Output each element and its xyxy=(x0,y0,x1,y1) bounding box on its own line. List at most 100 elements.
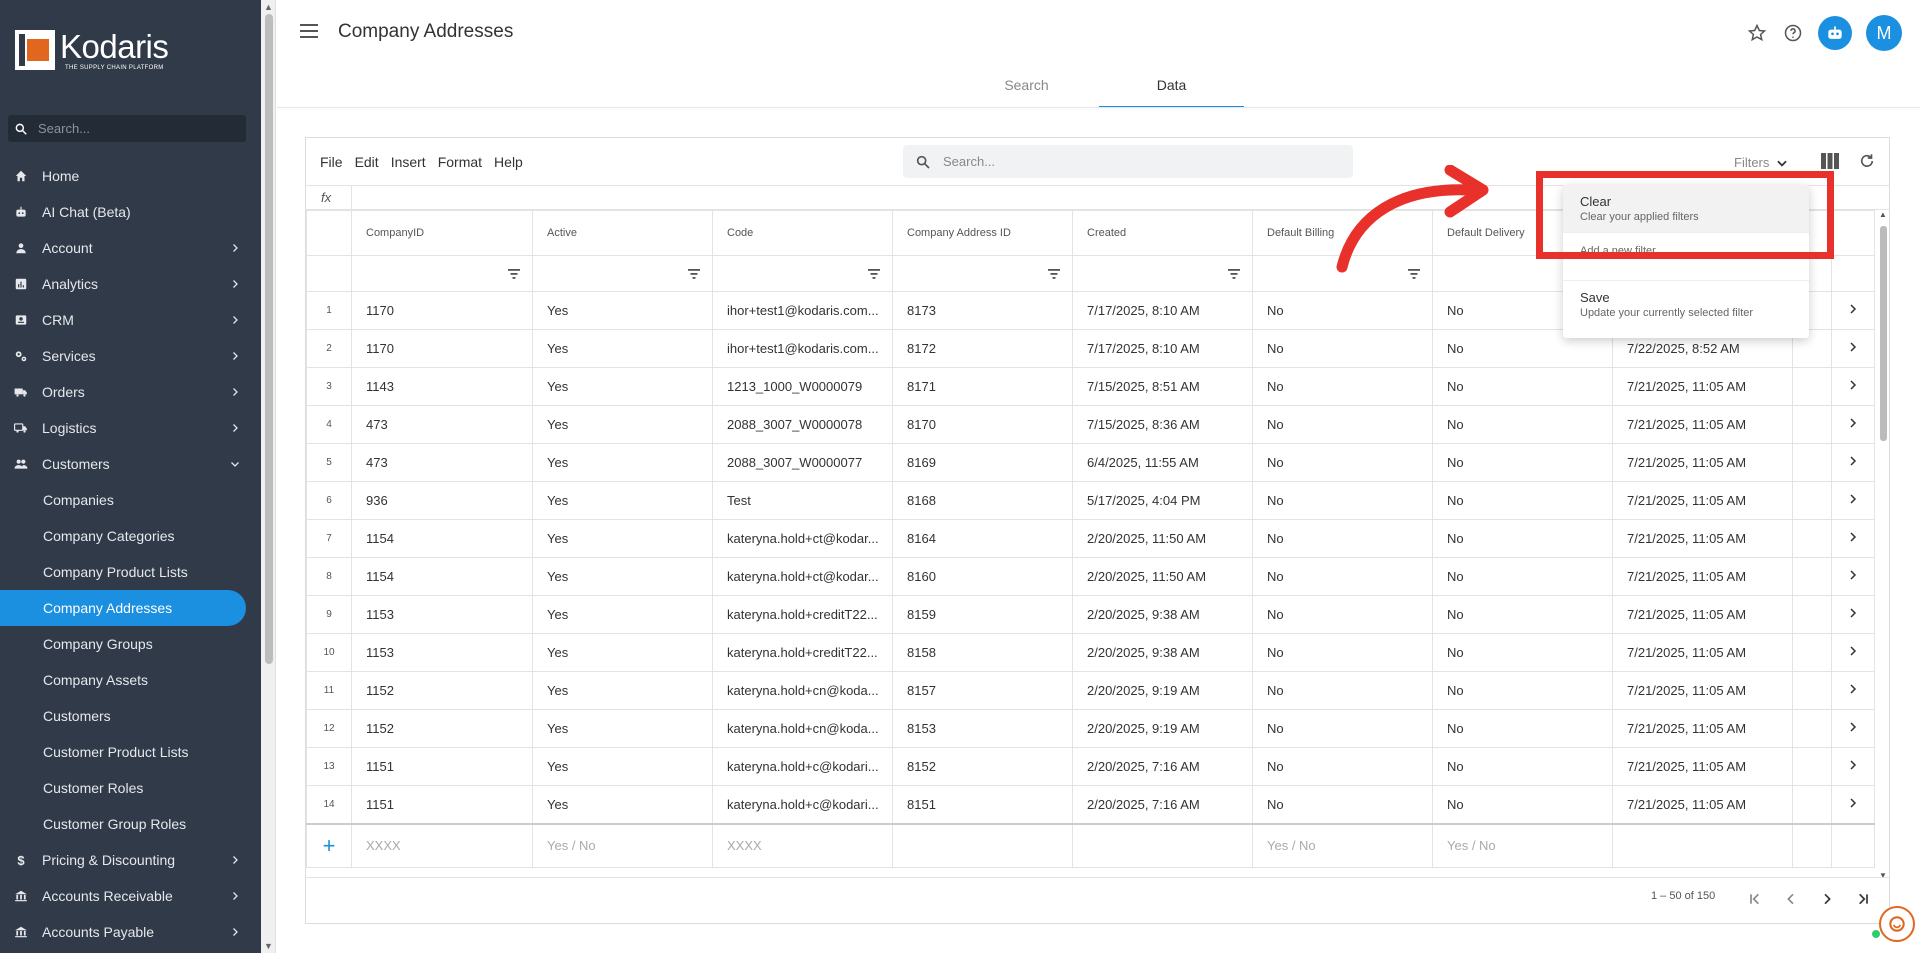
table-cell[interactable]: No xyxy=(1432,671,1613,710)
new-row-cell[interactable] xyxy=(1072,822,1253,868)
table-row[interactable]: 5 473 Yes 2088_3007_W0000077 8169 6/4/2025, 1… xyxy=(306,443,1875,482)
table-cell[interactable]: 2/20/2025, 7:16 AM xyxy=(1072,747,1253,786)
new-row-cell[interactable]: Yes / No xyxy=(1432,822,1613,868)
table-cell[interactable]: No xyxy=(1432,709,1613,748)
scroll-up-icon[interactable]: ▲ xyxy=(1879,210,1887,219)
table-cell[interactable] xyxy=(1792,557,1832,596)
table-cell[interactable]: 936 xyxy=(351,481,533,520)
table-cell[interactable]: 7/21/2025, 11:05 AM xyxy=(1612,443,1793,482)
table-cell[interactable]: 7/15/2025, 8:51 AM xyxy=(1072,367,1253,406)
table-cell[interactable]: Yes xyxy=(532,671,713,710)
table-cell[interactable]: kateryna.hold+ct@kodar... xyxy=(712,557,893,596)
table-cell[interactable]: No xyxy=(1252,481,1433,520)
table-row[interactable]: 14 1151 Yes kateryna.hold+c@kodari... 8151 2/… xyxy=(306,785,1875,824)
sidebar-item-analytics[interactable]: Analytics xyxy=(0,266,261,302)
filters-button[interactable]: Filters xyxy=(1734,155,1789,170)
table-cell[interactable]: 8164 xyxy=(892,519,1073,558)
table-cell[interactable]: 2088_3007_W0000078 xyxy=(712,405,893,444)
table-row[interactable]: 8 1154 Yes kateryna.hold+ct@kodar... 8160 2/2… xyxy=(306,557,1875,596)
filter-cell[interactable] xyxy=(712,255,893,292)
table-cell[interactable]: 473 xyxy=(351,405,533,444)
open-row-chevron-icon[interactable] xyxy=(1831,595,1875,634)
table-row[interactable]: 4 473 Yes 2088_3007_W0000078 8170 7/15/2025, … xyxy=(306,405,1875,444)
table-cell[interactable]: No xyxy=(1252,291,1433,330)
filter-cell[interactable] xyxy=(1072,255,1253,292)
table-cell[interactable]: Yes xyxy=(532,481,713,520)
table-cell[interactable] xyxy=(1792,709,1832,748)
table-cell[interactable] xyxy=(1792,747,1832,786)
filter-icon[interactable] xyxy=(508,269,520,279)
open-row-chevron-icon[interactable] xyxy=(1831,443,1875,482)
table-row[interactable]: 13 1151 Yes kateryna.hold+c@kodari... 8152 2/… xyxy=(306,747,1875,786)
table-cell[interactable]: 7/17/2025, 8:10 AM xyxy=(1072,329,1253,368)
menu-insert[interactable]: Insert xyxy=(391,154,426,170)
table-cell[interactable]: 8173 xyxy=(892,291,1073,330)
table-cell[interactable]: No xyxy=(1252,443,1433,482)
column-header[interactable]: Code xyxy=(712,210,893,256)
table-cell[interactable]: 8151 xyxy=(892,785,1073,824)
open-row-chevron-icon[interactable] xyxy=(1831,785,1875,824)
table-cell[interactable]: 473 xyxy=(351,443,533,482)
first-page-icon[interactable] xyxy=(1746,890,1764,908)
column-header[interactable]: Company Address ID xyxy=(892,210,1073,256)
scroll-down-icon[interactable]: ▼ xyxy=(264,941,273,951)
table-cell[interactable]: ihor+test1@kodaris.com... xyxy=(712,329,893,368)
filter-cell[interactable] xyxy=(892,255,1073,292)
sidebar-subitem-customers[interactable]: Customers xyxy=(0,698,261,734)
table-cell[interactable] xyxy=(1792,785,1832,824)
sidebar-item-home[interactable]: Home xyxy=(0,158,261,194)
column-header[interactable]: CompanyID xyxy=(351,210,533,256)
star-icon[interactable] xyxy=(1746,22,1768,44)
table-cell[interactable]: 2/20/2025, 11:50 AM xyxy=(1072,557,1253,596)
table-cell[interactable]: No xyxy=(1252,405,1433,444)
filter-cell[interactable] xyxy=(532,255,713,292)
tab-search[interactable]: Search xyxy=(954,68,1099,108)
previous-page-icon[interactable] xyxy=(1782,890,1800,908)
grid-scroll-thumb[interactable] xyxy=(1880,226,1887,441)
table-cell[interactable]: No xyxy=(1252,519,1433,558)
menu-file[interactable]: File xyxy=(320,154,343,170)
table-cell[interactable]: 2088_3007_W0000077 xyxy=(712,443,893,482)
sidebar-search[interactable] xyxy=(8,115,246,142)
table-cell[interactable]: 2/20/2025, 11:50 AM xyxy=(1072,519,1253,558)
table-cell[interactable] xyxy=(1792,519,1832,558)
new-row-cell[interactable]: XXXX xyxy=(712,822,893,868)
filter-icon[interactable] xyxy=(688,269,700,279)
grid-search-input[interactable] xyxy=(943,154,1343,169)
table-cell[interactable]: 1143 xyxy=(351,367,533,406)
sidebar-item-pricing[interactable]: $ Pricing & Discounting xyxy=(0,842,261,878)
table-cell[interactable]: No xyxy=(1432,633,1613,672)
open-row-chevron-icon[interactable] xyxy=(1831,671,1875,710)
table-cell[interactable]: No xyxy=(1252,557,1433,596)
table-cell[interactable]: No xyxy=(1252,595,1433,634)
open-row-chevron-icon[interactable] xyxy=(1831,367,1875,406)
open-row-chevron-icon[interactable] xyxy=(1831,291,1875,330)
table-cell[interactable]: 7/21/2025, 11:05 AM xyxy=(1612,519,1793,558)
new-row-cell[interactable]: Yes / No xyxy=(1252,822,1433,868)
table-cell[interactable]: 8172 xyxy=(892,329,1073,368)
table-cell[interactable]: 1152 xyxy=(351,671,533,710)
sidebar-item-customers[interactable]: Customers xyxy=(0,446,261,482)
table-cell[interactable]: No xyxy=(1432,557,1613,596)
table-cell[interactable]: 2/20/2025, 9:19 AM xyxy=(1072,709,1253,748)
next-page-icon[interactable] xyxy=(1818,890,1836,908)
menu-edit[interactable]: Edit xyxy=(355,154,379,170)
table-cell[interactable]: No xyxy=(1432,519,1613,558)
sidebar-subitem-company-groups[interactable]: Company Groups xyxy=(0,626,261,662)
table-row[interactable]: 6 936 Yes Test 8168 5/17/2025, 4:04 PM No No 7/2… xyxy=(306,481,1875,520)
table-cell[interactable]: 6/4/2025, 11:55 AM xyxy=(1072,443,1253,482)
filter-icon[interactable] xyxy=(1048,269,1060,279)
table-cell[interactable]: kateryna.hold+ct@kodar... xyxy=(712,519,893,558)
menu-help[interactable]: Help xyxy=(494,154,523,170)
column-header[interactable]: Created xyxy=(1072,210,1253,256)
table-row[interactable]: 9 1153 Yes kateryna.hold+creditT22... 8159 2/… xyxy=(306,595,1875,634)
table-cell[interactable]: 8169 xyxy=(892,443,1073,482)
table-cell[interactable]: 2/20/2025, 9:38 AM xyxy=(1072,633,1253,672)
sidebar-subitem-companies[interactable]: Companies xyxy=(0,482,261,518)
table-cell[interactable]: No xyxy=(1432,747,1613,786)
sidebar-item-account[interactable]: Account xyxy=(0,230,261,266)
table-cell[interactable]: 8170 xyxy=(892,405,1073,444)
table-row[interactable]: 3 1143 Yes 1213_1000_W0000079 8171 7/15/2025,… xyxy=(306,367,1875,406)
grid-scrollbar[interactable]: ▲ ▼ xyxy=(1877,210,1889,880)
table-cell[interactable]: No xyxy=(1252,747,1433,786)
